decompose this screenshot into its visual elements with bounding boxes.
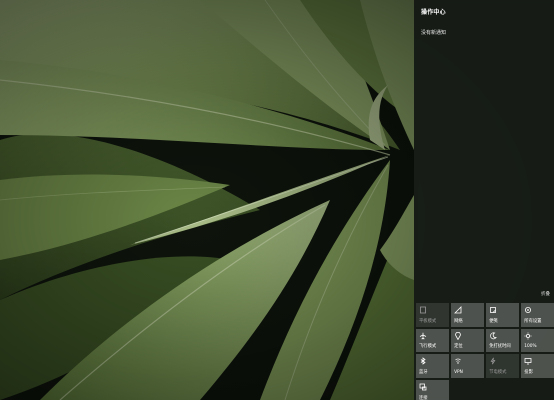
quick-action-label: 连接 [419, 395, 428, 400]
quick-action-label: 网络 [454, 318, 463, 324]
quick-action-label: VPN [454, 369, 463, 375]
quick-action-label: 节电模式 [489, 369, 507, 375]
brightness-icon [524, 332, 532, 340]
airplane-icon [419, 332, 427, 340]
quick-action-tile[interactable]: 节电模式 [486, 354, 519, 378]
quick-action-tile[interactable]: 网络 [451, 303, 484, 327]
quick-action-label: 所有设置 [524, 318, 542, 324]
location-icon [455, 331, 461, 340]
network-icon [454, 306, 462, 314]
project-icon [524, 358, 532, 365]
quick-action-tile[interactable]: 连接 [416, 380, 449, 400]
quick-actions-grid: 平板模式 网络 便笺 所有设置飞行模式 定位 免打扰时间 100% 蓝牙 VPN 节电模式 投影连接 [416, 303, 554, 400]
settings-gear-icon [525, 307, 532, 313]
moon-icon [490, 332, 498, 339]
quick-action-tile[interactable]: 平板模式 [416, 303, 449, 327]
quick-action-tile[interactable]: VPN [451, 354, 484, 378]
quick-action-label: 蓝牙 [419, 369, 428, 375]
bluetooth-icon [420, 357, 426, 366]
collapse-link[interactable]: 折叠 [541, 291, 550, 297]
quick-action-tile[interactable]: 蓝牙 [416, 354, 449, 378]
quick-action-label: 平板模式 [419, 318, 437, 324]
battery-saver-icon [490, 357, 496, 365]
quick-action-tile[interactable]: 投影 [521, 354, 554, 378]
quick-action-tile[interactable]: 飞行模式 [416, 328, 449, 353]
connect-icon [419, 383, 427, 391]
quick-action-label: 定位 [454, 344, 463, 350]
vpn-icon [455, 358, 461, 365]
quick-action-tile[interactable]: 定位 [451, 328, 484, 353]
quick-action-label: 便笺 [489, 318, 498, 324]
quick-action-tile[interactable]: 便笺 [486, 303, 519, 327]
quick-action-tile[interactable]: 100% [521, 328, 554, 353]
action-center-title: 操作中心 [421, 9, 446, 16]
no-notifications-text: 没有新通知 [421, 30, 447, 36]
note-icon [490, 307, 497, 313]
quick-action-label: 飞行模式 [419, 344, 437, 350]
desktop-screen: 操作中心 没有新通知 折叠 平板模式 网络 便笺 所有设置飞行模式 定位 免打扰时间 100… [0, 0, 554, 400]
tablet-mode-icon [420, 306, 426, 314]
quick-action-tile[interactable]: 免打扰时间 [486, 328, 519, 353]
quick-action-label: 投影 [524, 369, 533, 375]
quick-action-tile[interactable]: 所有设置 [521, 303, 554, 327]
quick-action-label: 免打扰时间 [489, 344, 511, 350]
quick-action-label: 100% [524, 344, 537, 350]
